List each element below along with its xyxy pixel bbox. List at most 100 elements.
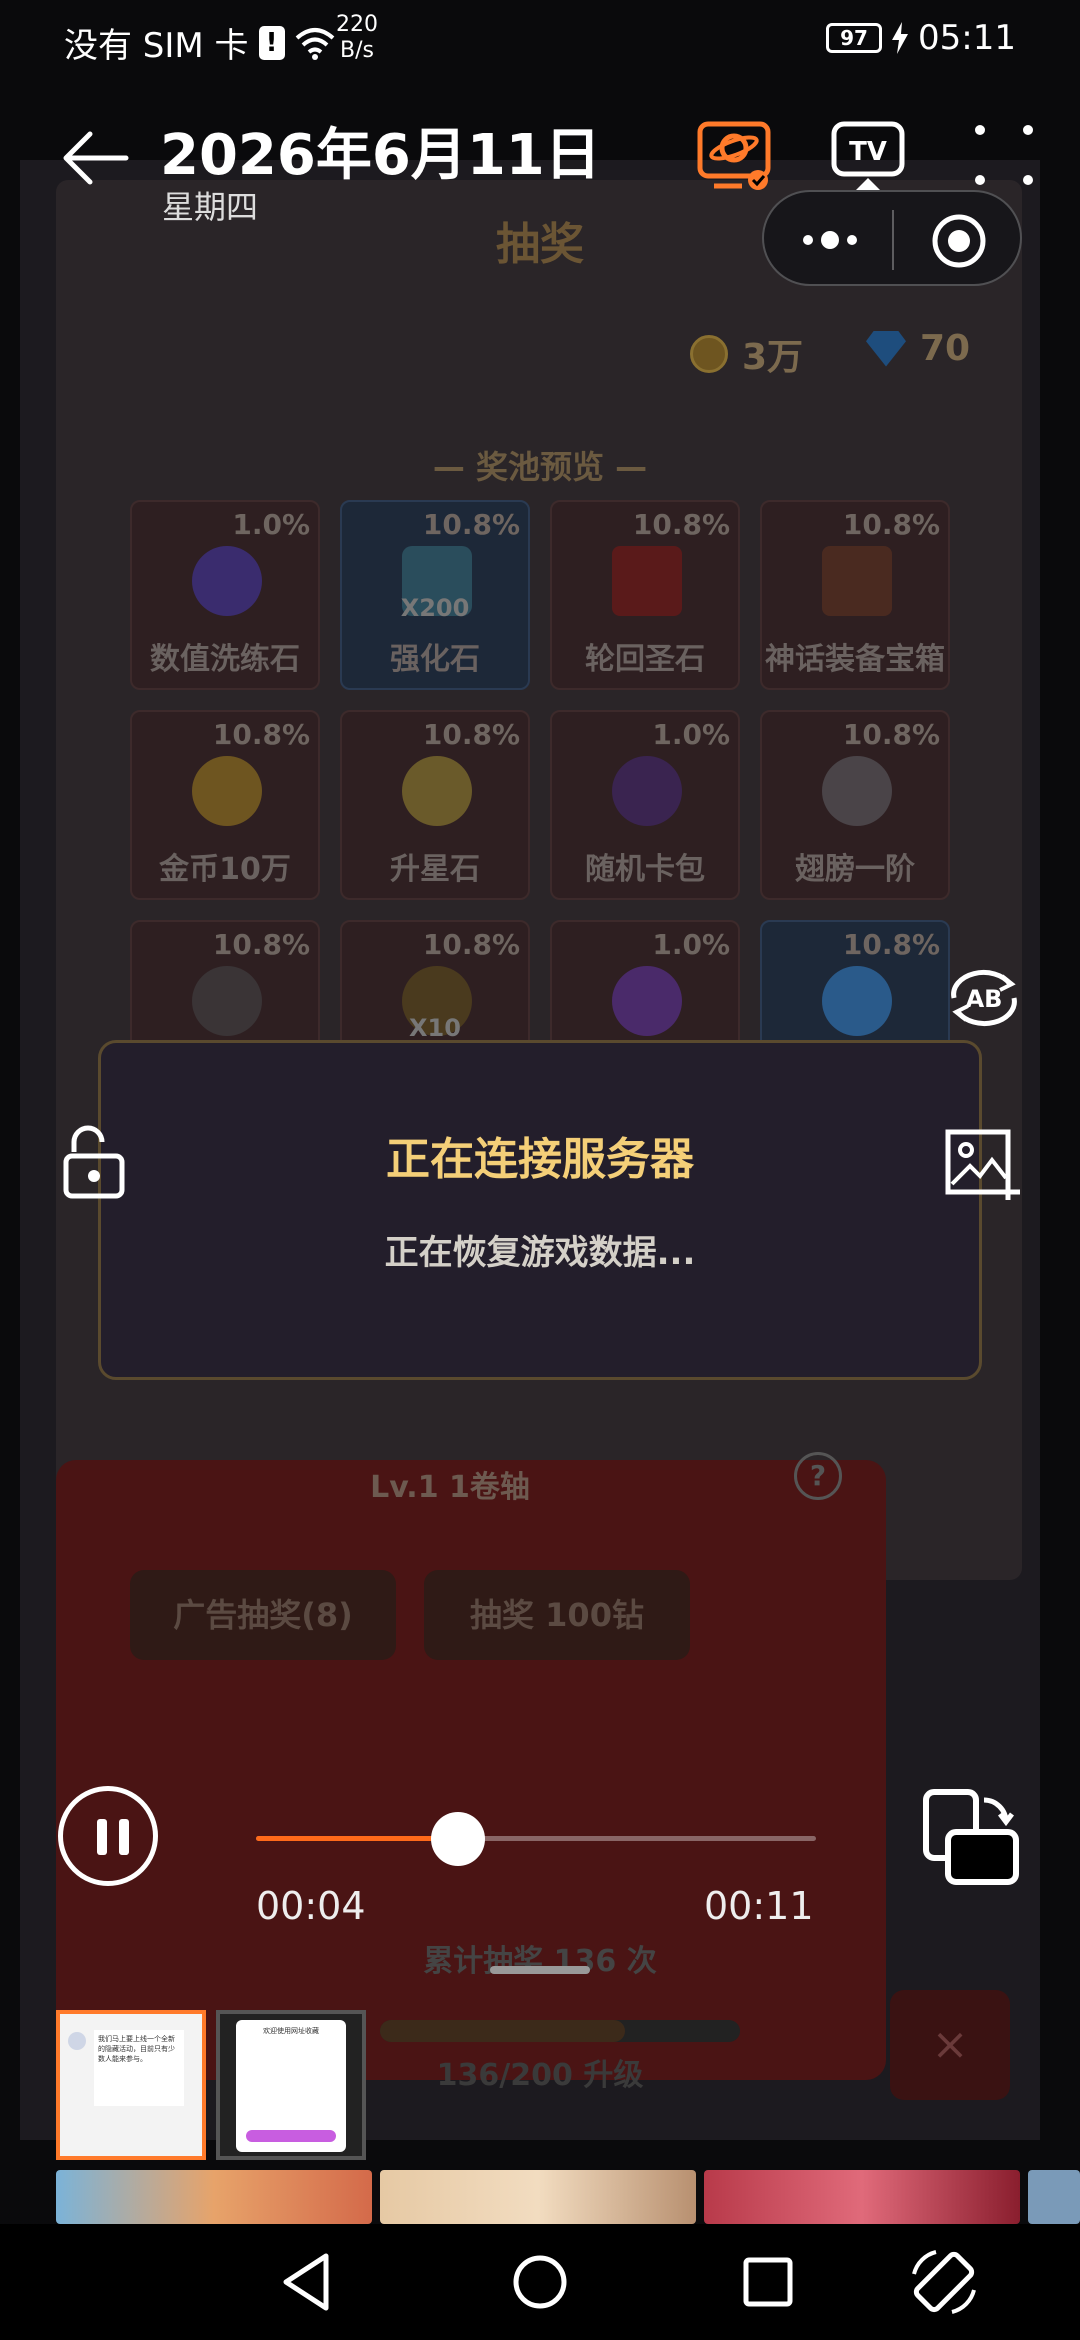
- pause-bar-left: [97, 1819, 107, 1855]
- ad-draw-button[interactable]: 广告抽奖(8): [130, 1570, 396, 1660]
- close-lottery-button[interactable]: ×: [890, 1990, 1010, 2100]
- sim-alert-icon: !: [258, 25, 285, 60]
- prize-icon: [192, 546, 262, 616]
- thumbnail-selected[interactable]: 我们马上要上线一个全新的隐藏活动，目前只有少数人能来参与。: [56, 2010, 206, 2160]
- status-bar: 没有 SIM 卡 ! 220 B/s 97 05:11: [0, 0, 1080, 84]
- system-status: 97 05:11: [826, 18, 1016, 58]
- back-arrow-icon[interactable]: [60, 122, 132, 194]
- scroll-level: Lv.1 1卷轴: [370, 1470, 530, 1505]
- pool-preview-title: — 奖池预览 —: [432, 448, 648, 486]
- thumbnail[interactable]: 欢迎使用网址收藏: [216, 2010, 366, 2160]
- prize-name: 强化石: [390, 642, 480, 677]
- current-time: 00:04: [256, 1884, 366, 1928]
- more-dots-icon[interactable]: [798, 220, 862, 260]
- clock: 05:11: [918, 18, 1016, 58]
- prize-name: 翅膀一阶: [795, 852, 915, 887]
- prize-icon: [192, 966, 262, 1036]
- carrier-status: 没有 SIM 卡 !: [64, 18, 335, 67]
- system-nav-bar: [0, 2224, 1080, 2340]
- unlock-icon[interactable]: [58, 1122, 138, 1202]
- net-speed-value: 220: [336, 12, 378, 37]
- prize-icon: [612, 546, 682, 616]
- prize-name: 升星石: [390, 852, 480, 887]
- thumbnail-card: 欢迎使用网址收藏: [236, 2020, 346, 2152]
- seek-progress: [256, 1836, 458, 1841]
- home-circle-icon[interactable]: [502, 2244, 578, 2320]
- wifi-icon: [295, 27, 334, 60]
- ab-loop-icon[interactable]: AB: [944, 958, 1024, 1038]
- miniapp-capsule: [762, 190, 1022, 286]
- planet-badge-icon[interactable]: [696, 118, 772, 194]
- prize-count: X10: [409, 1014, 461, 1042]
- net-speed-unit: B/s: [340, 38, 374, 63]
- capsule-divider: [892, 210, 894, 270]
- level-progress-fill: [380, 2020, 625, 2042]
- prize-icon: [192, 756, 262, 826]
- prize-rate: 10.8%: [842, 508, 940, 541]
- prize-name: 数值洗练石: [150, 642, 300, 677]
- prize-item[interactable]: 1.0% 数值洗练石: [130, 500, 320, 690]
- coin-amount: 3万: [742, 337, 804, 378]
- prize-name: 神话装备宝箱: [765, 642, 945, 677]
- pause-button[interactable]: [58, 1786, 158, 1886]
- prize-item[interactable]: 10.8% 金币10万: [130, 710, 320, 900]
- thumbnail-message: 我们马上要上线一个全新的隐藏活动，目前只有少数人能来参与。: [94, 2030, 184, 2106]
- help-button[interactable]: ?: [794, 1452, 842, 1500]
- prize-icon: [402, 756, 472, 826]
- prize-count: X200: [400, 594, 470, 622]
- rotate-screen-icon[interactable]: [906, 2244, 982, 2320]
- record-circle-icon[interactable]: [930, 212, 988, 270]
- prize-rate: 1.0%: [232, 508, 310, 541]
- prize-item[interactable]: 1.0% 随机卡包: [550, 710, 740, 900]
- dialog-message: 正在恢复游戏数据...: [384, 1233, 696, 1273]
- prize-rate: 1.0%: [652, 928, 730, 961]
- prize-icon: [822, 966, 892, 1036]
- svg-text:TV: TV: [849, 137, 887, 167]
- gallery-image[interactable]: [380, 2170, 696, 2224]
- sheet-handle[interactable]: [490, 1966, 590, 1974]
- prize-rate: 10.8%: [422, 508, 520, 541]
- prize-rate: 10.8%: [422, 718, 520, 751]
- prize-rate: 10.8%: [422, 928, 520, 961]
- crop-image-icon[interactable]: [944, 1122, 1024, 1202]
- battery-icon: 97: [826, 23, 883, 53]
- draw-panel: [56, 1460, 886, 2080]
- prize-rate: 10.8%: [212, 928, 310, 961]
- gallery-image[interactable]: [56, 2170, 372, 2224]
- network-speed: 220 B/s: [336, 12, 378, 64]
- prize-item[interactable]: 10.8% 轮回圣石: [550, 500, 740, 690]
- pause-bar-right: [119, 1819, 129, 1855]
- prize-item[interactable]: 10.8% 升星石: [340, 710, 530, 900]
- page-title: 2026年6月11日: [160, 123, 601, 188]
- prize-item[interactable]: 10.8% 神话装备宝箱: [760, 500, 950, 690]
- charging-icon: [892, 22, 909, 54]
- diamond-amount: 70: [920, 328, 971, 369]
- prize-icon: [822, 756, 892, 826]
- total-duration: 00:11: [704, 1884, 814, 1928]
- prize-name: 轮回圣石: [585, 642, 705, 677]
- seek-thumb[interactable]: [430, 1812, 485, 1866]
- thumbnail-card-button: [246, 2130, 336, 2142]
- coin-icon: [690, 335, 728, 373]
- diamond-balance: 70: [866, 328, 970, 369]
- back-triangle-icon[interactable]: [270, 2244, 346, 2320]
- gallery-image[interactable]: [704, 2170, 1020, 2224]
- diamond-draw-button[interactable]: 抽奖 100钻: [424, 1570, 690, 1660]
- gallery-image[interactable]: [1028, 2170, 1080, 2224]
- prize-name: 金币10万: [159, 852, 291, 887]
- diamond-icon: [866, 330, 906, 367]
- prize-icon: [612, 756, 682, 826]
- prize-name: 随机卡包: [585, 852, 705, 887]
- prize-rate: 10.8%: [212, 718, 310, 751]
- prize-rate: 10.8%: [632, 508, 730, 541]
- screen: 抽奖 3万 70 — 奖池预览 — 1.0% 数值洗练石 10.8% X200 …: [0, 0, 1080, 2340]
- prize-item[interactable]: 10.8% X200 强化石: [340, 500, 530, 690]
- weekday-label: 星期四: [162, 188, 259, 226]
- seek-bar[interactable]: [256, 1812, 816, 1866]
- tv-cast-icon[interactable]: TV: [830, 118, 906, 194]
- screen-rotate-icon[interactable]: [922, 1788, 1022, 1888]
- more-dots-icon[interactable]: [966, 118, 1042, 194]
- recents-square-icon[interactable]: [730, 2244, 806, 2320]
- level-progress-bar: [380, 2020, 740, 2042]
- prize-item[interactable]: 10.8% 翅膀一阶: [760, 710, 950, 900]
